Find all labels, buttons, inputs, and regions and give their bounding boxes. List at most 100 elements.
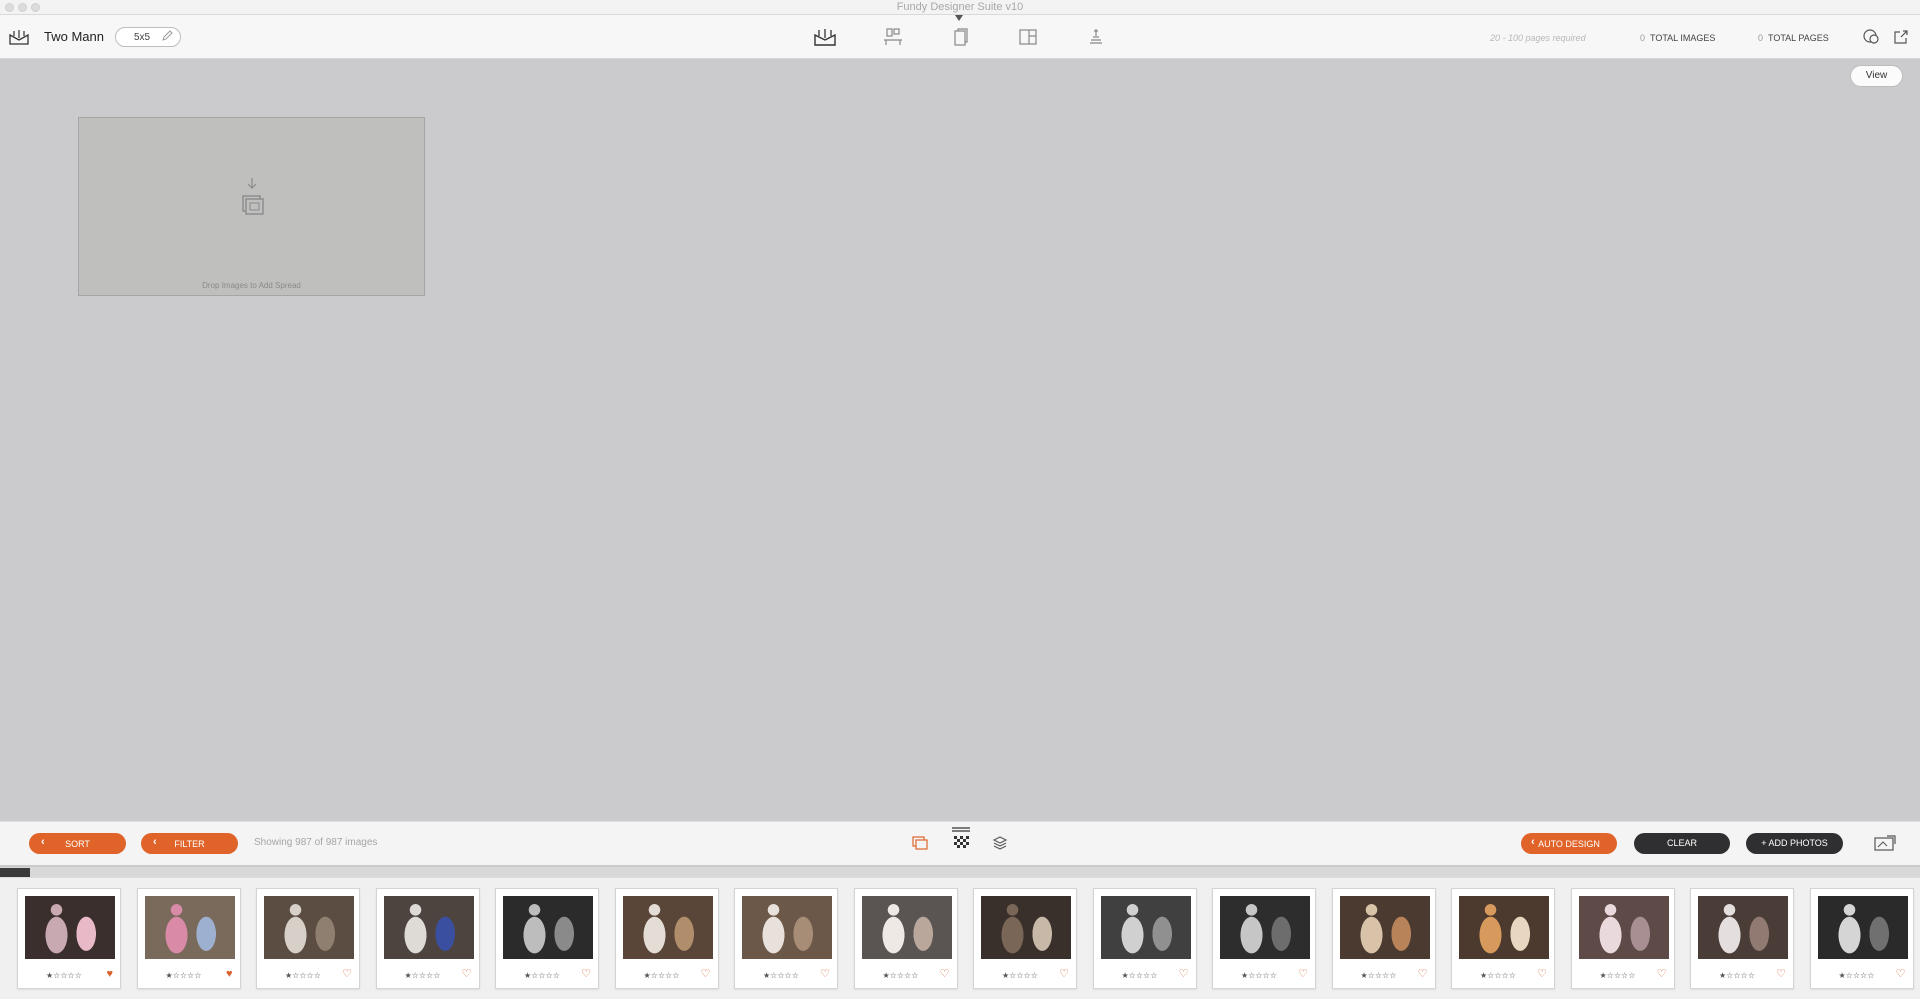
thumbnail-image <box>503 896 593 959</box>
heart-filled-icon[interactable]: ♥ <box>226 969 233 980</box>
heart-outline-icon[interactable]: ♡ <box>1896 969 1906 980</box>
thumbnail-image <box>1100 896 1191 959</box>
film-thumbnail[interactable]: ★☆☆☆☆ ♡ <box>1809 888 1914 989</box>
home-album-icon[interactable] <box>8 27 30 47</box>
cards-icon[interactable] <box>949 26 973 48</box>
star-rating[interactable]: ★☆☆☆☆ <box>524 971 560 980</box>
star-rating[interactable]: ★☆☆☆☆ <box>1122 971 1158 980</box>
film-thumbnail[interactable]: ★☆☆☆☆ ♥ <box>136 888 241 989</box>
auto-design-button[interactable]: ‹ AUTO DESIGN <box>1521 833 1617 854</box>
film-thumbnail[interactable]: ★☆☆☆☆ ♡ <box>734 888 838 989</box>
total-images-label: TOTAL IMAGES <box>1650 33 1716 43</box>
thumbnail-image <box>622 896 713 959</box>
star-rating[interactable]: ★☆☆☆☆ <box>405 971 441 980</box>
thumbnail-image <box>1817 896 1908 959</box>
drop-spread-zone[interactable]: Drop Images to Add Spread <box>78 117 425 296</box>
heart-outline-icon[interactable]: ♡ <box>701 969 711 980</box>
heart-outline-icon[interactable]: ♡ <box>1418 969 1428 980</box>
film-thumbnail[interactable]: ★☆☆☆☆ ♥ <box>17 888 121 989</box>
film-thumbnail[interactable]: ★☆☆☆☆ ♡ <box>1690 888 1794 989</box>
total-pages-count: 0 <box>1758 33 1764 43</box>
star-rating[interactable]: ★☆☆☆☆ <box>1719 971 1755 980</box>
total-pages-stat: 0 TOTAL PAGES <box>1758 33 1829 43</box>
film-thumbnail[interactable]: ★☆☆☆☆ ♡ <box>1570 888 1675 989</box>
heart-outline-icon[interactable]: ♡ <box>1298 969 1308 980</box>
sales-icon[interactable] <box>1084 26 1108 48</box>
heart-outline-icon[interactable]: ♡ <box>342 969 352 980</box>
film-thumbnail[interactable]: ★☆☆☆☆ ♡ <box>495 888 599 989</box>
heart-outline-icon[interactable]: ♡ <box>1537 969 1547 980</box>
film-thumbnail[interactable]: ★☆☆☆☆ ♡ <box>973 888 1077 989</box>
film-thumbnail[interactable]: ★☆☆☆☆ ♡ <box>614 888 719 989</box>
scrollbar-thumb[interactable] <box>0 868 30 877</box>
film-thumbnail[interactable]: ★☆☆☆☆ ♡ <box>1451 888 1555 989</box>
layers-icon[interactable] <box>990 834 1010 852</box>
thumbnail-image <box>144 896 235 959</box>
heart-outline-icon[interactable]: ♡ <box>940 969 950 980</box>
filter-button[interactable]: ‹ FILTER <box>141 833 238 854</box>
thumbnail-image <box>25 896 115 959</box>
drop-images-icon <box>240 178 266 223</box>
star-rating[interactable]: ★☆☆☆☆ <box>1600 971 1636 980</box>
star-rating[interactable]: ★☆☆☆☆ <box>644 971 680 980</box>
title-bar: Fundy Designer Suite v10 <box>0 0 1920 15</box>
star-rating[interactable]: ★☆☆☆☆ <box>166 971 202 980</box>
filmstrip-scrollbar[interactable] <box>0 866 1920 877</box>
heart-outline-icon[interactable]: ♡ <box>1179 969 1189 980</box>
film-thumbnail[interactable]: ★☆☆☆☆ ♡ <box>853 888 958 989</box>
help-chat-icon[interactable] <box>1861 27 1881 47</box>
heart-outline-icon[interactable]: ♡ <box>820 969 830 980</box>
clear-button[interactable]: CLEAR <box>1634 833 1730 854</box>
pages-required-text: 20 - 100 pages required <box>1490 33 1586 43</box>
star-rating[interactable]: ★☆☆☆☆ <box>1839 971 1875 980</box>
heart-outline-icon[interactable]: ♡ <box>1776 969 1786 980</box>
expand-filmstrip-icon[interactable] <box>1873 833 1897 853</box>
top-toolbar: Two Mann 5x5 20 - 100 pages required 0 TO… <box>0 15 1920 59</box>
star-rating[interactable]: ★☆☆☆☆ <box>285 971 321 980</box>
heart-outline-icon[interactable]: ♡ <box>581 969 591 980</box>
active-mode-indicator <box>955 15 963 21</box>
total-pages-label: TOTAL PAGES <box>1768 33 1829 43</box>
total-images-count: 0 <box>1640 33 1646 43</box>
film-thumbnail[interactable]: ★☆☆☆☆ ♡ <box>1092 888 1197 989</box>
thumbnail-image <box>981 896 1071 959</box>
star-rating[interactable]: ★☆☆☆☆ <box>1002 971 1038 980</box>
star-rating[interactable]: ★☆☆☆☆ <box>883 971 919 980</box>
star-rating[interactable]: ★☆☆☆☆ <box>1480 971 1516 980</box>
stacks-icon[interactable] <box>910 834 930 852</box>
star-rating[interactable]: ★☆☆☆☆ <box>1241 971 1277 980</box>
wall-art-icon[interactable] <box>881 26 905 48</box>
thumbnail-image <box>1578 896 1669 959</box>
sort-label: SORT <box>65 838 90 849</box>
film-thumbnail[interactable]: ★☆☆☆☆ ♡ <box>375 888 480 989</box>
film-thumbnail[interactable]: ★☆☆☆☆ ♡ <box>1212 888 1316 989</box>
thumbnail-image <box>742 896 832 959</box>
album-designer-icon[interactable] <box>813 26 837 48</box>
heart-outline-icon[interactable]: ♡ <box>462 969 472 980</box>
sort-button[interactable]: ‹ SORT <box>29 833 126 854</box>
thumbnail-image <box>1459 896 1549 959</box>
add-photos-button[interactable]: + ADD PHOTOS <box>1746 833 1843 854</box>
total-images-stat: 0 TOTAL IMAGES <box>1640 33 1715 43</box>
album-size-label: 5x5 <box>134 32 151 43</box>
film-thumbnail[interactable]: ★☆☆☆☆ ♡ <box>256 888 360 989</box>
design-canvas[interactable]: View Drop Images to Add Spread <box>0 60 1920 820</box>
grid-view-icon[interactable] <box>950 825 972 855</box>
heart-outline-icon[interactable]: ♡ <box>1059 969 1069 980</box>
view-button[interactable]: View <box>1850 65 1903 87</box>
film-thumbnail[interactable]: ★☆☆☆☆ ♡ <box>1331 888 1436 989</box>
thumbnail-image <box>1339 896 1430 959</box>
external-link-icon[interactable] <box>1891 27 1911 47</box>
album-size-button[interactable]: 5x5 <box>115 27 181 47</box>
star-rating[interactable]: ★☆☆☆☆ <box>1361 971 1397 980</box>
thumbnail-image <box>1220 896 1310 959</box>
thumbnail-image <box>861 896 952 959</box>
image-box-icon[interactable] <box>1016 26 1040 48</box>
project-name[interactable]: Two Mann <box>44 29 104 44</box>
drop-images-text: Drop Images to Add Spread <box>202 281 301 290</box>
heart-filled-icon[interactable]: ♥ <box>106 969 113 980</box>
star-rating[interactable]: ★☆☆☆☆ <box>763 971 799 980</box>
star-rating[interactable]: ★☆☆☆☆ <box>46 971 82 980</box>
auto-design-label: AUTO DESIGN <box>1538 838 1600 849</box>
heart-outline-icon[interactable]: ♡ <box>1657 969 1667 980</box>
